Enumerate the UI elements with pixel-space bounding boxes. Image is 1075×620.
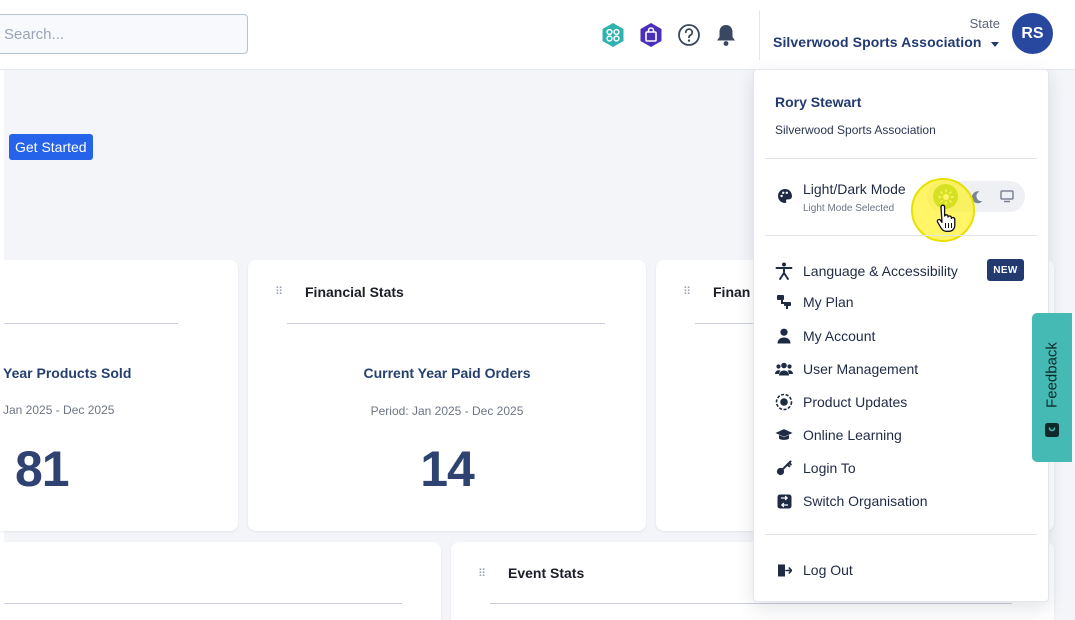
drag-handle-icon[interactable]: ⠿: [683, 285, 691, 298]
chevron-down-icon[interactable]: [991, 42, 999, 47]
feedback-label: Feedback: [1043, 342, 1061, 408]
menu-divider: [765, 534, 1037, 535]
sun-icon: [937, 188, 954, 205]
financial-stats-card: ⠿ Financial Stats Current Year Paid Orde…: [248, 260, 646, 531]
switch-icon: [775, 492, 793, 510]
menu-item-label: User Management: [803, 361, 919, 377]
new-badge: NEW: [987, 259, 1024, 281]
menu-item-log-out[interactable]: Log Out: [775, 559, 853, 581]
menu-item-language-accessibility[interactable]: Language & Accessibility: [775, 260, 958, 282]
community-hub-icon[interactable]: [600, 22, 626, 48]
state-label: State: [969, 16, 1000, 31]
card-divider: [490, 603, 1012, 604]
menu-item-label: Online Learning: [803, 427, 902, 443]
menu-item-online-learning[interactable]: Online Learning: [775, 424, 902, 446]
stat-value: 81: [15, 441, 70, 497]
menu-item-user-management[interactable]: User Management: [775, 358, 918, 380]
moon-icon: [971, 190, 982, 203]
help-icon[interactable]: [676, 22, 702, 48]
menu-item-label: Switch Organisation: [803, 493, 928, 509]
palette-icon: [778, 189, 792, 203]
menu-item-product-updates[interactable]: Product Updates: [775, 391, 907, 413]
stat-period: Jan 2025 - Dec 2025: [3, 403, 115, 417]
menu-divider: [765, 158, 1037, 159]
drag-handle-icon[interactable]: ⠿: [275, 285, 283, 298]
menu-item-login-to[interactable]: Login To: [775, 457, 856, 479]
avatar[interactable]: RS: [1012, 13, 1053, 54]
stat-period: Period: Jan 2025 - Dec 2025: [370, 404, 524, 418]
menu-item-my-account[interactable]: My Account: [775, 325, 875, 347]
users-icon: [775, 360, 793, 378]
card-divider: [4, 323, 178, 324]
card-title: Event Stats: [508, 565, 585, 581]
menu-item-label: My Plan: [803, 294, 854, 310]
menu-item-label: My Account: [803, 328, 876, 344]
top-bar: State Silverwood Sports Association RS: [0, 0, 1075, 70]
menu-divider: [765, 235, 1037, 236]
shop-icon[interactable]: [638, 22, 664, 48]
card-divider: [287, 323, 605, 324]
mode-subtitle: Light Mode Selected: [803, 203, 895, 214]
monitor-icon: [999, 190, 1014, 203]
user-icon: [775, 327, 793, 345]
user-menu-dropdown: Rory Stewart Silverwood Sports Associati…: [753, 69, 1049, 602]
plan-icon: [775, 293, 793, 311]
stat-label: Current Year Paid Orders: [363, 365, 531, 381]
accessibility-icon: [775, 262, 793, 280]
updates-icon: [775, 393, 793, 411]
search-input[interactable]: [0, 14, 248, 54]
hand-cursor-icon: [936, 204, 956, 232]
card-title: Finan: [713, 284, 751, 300]
stat-value: 14: [420, 441, 475, 497]
organisation-selector[interactable]: Silverwood Sports Association: [773, 34, 982, 50]
user-name: Rory Stewart: [775, 94, 862, 110]
mode-title: Light/Dark Mode: [803, 181, 906, 197]
dark-mode-button[interactable]: [964, 184, 989, 209]
drag-handle-icon[interactable]: ⠿: [478, 567, 486, 580]
menu-item-label: Login To: [803, 460, 856, 476]
menu-item-label: Log Out: [803, 562, 853, 578]
graduation-cap-icon: [775, 426, 793, 444]
key-icon: [775, 459, 793, 477]
menu-item-switch-organisation[interactable]: Switch Organisation: [775, 490, 928, 512]
products-sold-card: Year Products Sold Jan 2025 - Dec 2025 8…: [0, 260, 238, 531]
user-organisation: Silverwood Sports Association: [775, 123, 936, 137]
menu-item-my-plan[interactable]: My Plan: [775, 291, 854, 313]
logout-icon: [775, 561, 793, 579]
card-divider: [4, 603, 402, 604]
dashboard-card: [0, 542, 441, 620]
system-mode-button[interactable]: [994, 184, 1019, 209]
notifications-bell-icon[interactable]: [713, 22, 739, 48]
get-started-button[interactable]: Get Started: [9, 134, 93, 160]
feedback-smile-icon: [1045, 423, 1059, 437]
card-title: Financial Stats: [305, 284, 404, 300]
stat-label: Year Products Sold: [3, 365, 132, 381]
menu-item-label: Product Updates: [803, 394, 908, 410]
header-divider: [759, 10, 760, 60]
feedback-tab[interactable]: Feedback: [1032, 313, 1072, 462]
menu-item-label: Language & Accessibility: [803, 263, 958, 279]
